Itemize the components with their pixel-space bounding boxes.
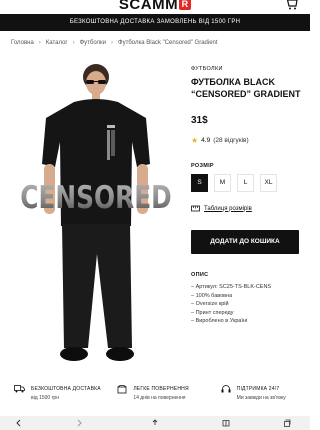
feature-returns: ЛЕГКЕ ПОВЕРНЕННЯ 14 днів на повернення [103,382,206,412]
ruler-icon [191,205,200,212]
site-header: SCAMM R [0,0,310,14]
share-icon[interactable] [151,419,159,427]
breadcrumb-separator: › [111,40,114,46]
description-item: – Принт спереду [191,309,234,316]
feature-title: БЕЗКОШТОВНА ДОСТАВКА [31,386,101,392]
browser-toolbar [0,416,310,430]
feature-subtitle: 14 днів на повернення [133,395,186,401]
feature-title: ПІДТРИМКА 24/7 [236,386,280,392]
description-item: – Вироблено в Україні [191,318,248,324]
rating-value: 4.9 [201,137,211,144]
breadcrumb-current: Футболка Black "Censored" Gradient [118,40,218,46]
breadcrumb-catalog[interactable]: Каталог [46,40,68,46]
description-item: – Oversize крій [191,301,229,307]
tabs-icon[interactable] [283,419,291,427]
features-row: БЕЗКОШТОВНА ДОСТАВКА від 1500 грн ЛЕГКЕ … [0,382,310,412]
feature-title: ЛЕГКЕ ПОВЕРНЕННЯ [133,386,189,392]
add-to-cart-button[interactable]: ДОДАТИ ДО КОШИКА [191,230,299,254]
size-chart-label: Таблиця розмірів [204,205,252,212]
truck-icon [14,385,25,393]
product-rating[interactable]: ★ 4.9 (28 відгуків) [191,136,249,145]
product-price: 31$ [191,115,208,126]
feature-subtitle: від 1500 грн [31,395,59,401]
logo-mark: R [179,0,192,10]
logo[interactable]: SCAMM R [0,0,310,13]
size-selector: S M L XL [191,174,277,192]
bookmarks-icon[interactable] [222,419,230,427]
breadcrumb-separator: › [72,40,75,46]
size-option-m[interactable]: M [214,174,231,192]
return-icon [117,385,127,394]
description-list: – Артикул: SC25-TS-BLK-CENS – 100% бавов… [191,283,271,326]
cart-icon[interactable] [284,0,298,10]
breadcrumb-home[interactable]: Головна [11,40,34,46]
star-icon: ★ [191,136,199,145]
product-image[interactable]: CENSORED [0,56,180,378]
size-label: РОЗМІР [191,163,214,169]
shirt-print-text: CENSORED [20,179,171,215]
logo-text: SCAMM [118,0,179,13]
description-item: – 100% бавовна [191,292,233,299]
breadcrumb-tshirts[interactable]: Футболки [80,40,106,46]
description-item: – Артикул: SC25-TS-BLK-CENS [191,284,272,290]
support-icon [221,385,231,393]
back-icon[interactable] [15,419,23,427]
description-title: ОПИС [191,272,209,278]
forward-icon[interactable] [75,419,83,427]
feature-delivery: БЕЗКОШТОВНА ДОСТАВКА від 1500 грн [0,382,103,412]
breadcrumb-separator: › [38,40,41,46]
size-option-l[interactable]: L [237,174,254,192]
size-option-xl[interactable]: XL [260,174,277,192]
review-count: (28 відгуків) [213,137,249,144]
feature-support: ПІДТРИМКА 24/7 Ми завжди на зв'язку [207,382,310,412]
size-chart-link[interactable]: Таблиця розмірів [191,205,252,212]
promo-banner: БЕЗКОШТОВНА ДОСТАВКА ЗАМОВЛЕНЬ ВІД 1500 … [0,14,310,31]
size-option-s[interactable]: S [191,174,208,192]
product-category[interactable]: ФУТБОЛКИ [191,66,223,72]
product-title: ФУТБОЛКА BLACK “CENSORED” GRADIENT [191,77,301,99]
feature-subtitle: Ми завжди на зв'язку [236,395,286,401]
breadcrumb: Головна › Каталог › Футболки › Футболка Black … [11,40,218,46]
